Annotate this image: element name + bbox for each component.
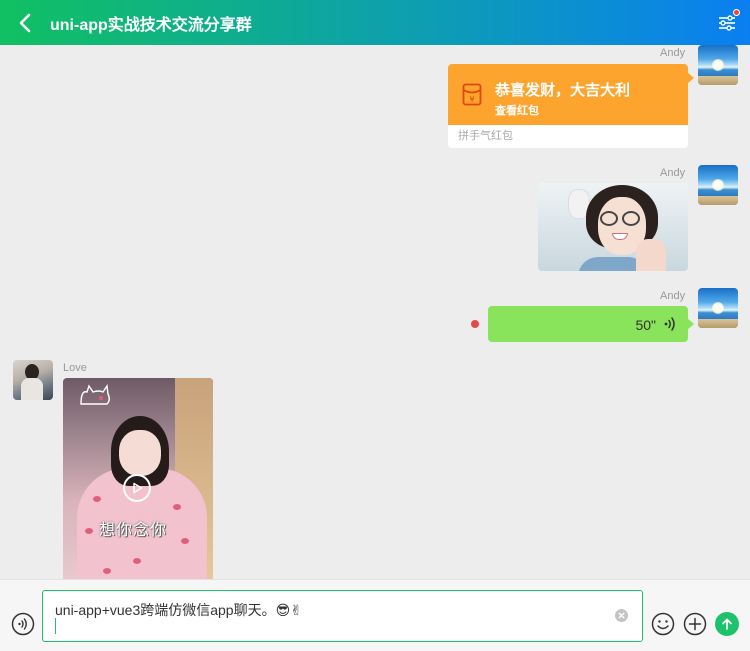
sender-name: Love xyxy=(63,362,87,374)
message-input-text: uni-app+vue3跨端仿微信app聊天。😎✌ xyxy=(55,602,302,618)
svg-text:¥: ¥ xyxy=(469,95,474,104)
plus-icon[interactable] xyxy=(683,612,707,636)
unread-indicator xyxy=(471,320,479,328)
red-packet-type: 拼手气红包 xyxy=(458,130,513,142)
emoji-icon[interactable] xyxy=(651,612,675,636)
message-list[interactable]: Andy ¥ 恭喜发财，大吉大利 查看红包 拼手气红包 Andy Andy 50… xyxy=(0,45,750,579)
red-packet-icon: ¥ xyxy=(462,83,482,106)
avatar[interactable] xyxy=(698,45,738,85)
message-input[interactable]: uni-app+vue3跨端仿微信app聊天。😎✌ xyxy=(42,590,643,642)
send-button[interactable] xyxy=(715,612,739,636)
video-caption: 想你念你 xyxy=(99,522,168,539)
composer: uni-app+vue3跨端仿微信app聊天。😎✌ xyxy=(0,579,750,651)
cat-doodle-icon xyxy=(80,384,110,405)
voice-input-icon[interactable] xyxy=(11,612,35,636)
red-packet-message[interactable]: ¥ 恭喜发财，大吉大利 查看红包 拼手气红包 xyxy=(448,64,688,148)
chevron-left-icon xyxy=(19,13,31,32)
text-caret xyxy=(55,618,56,634)
send-arrow-icon xyxy=(722,618,732,630)
play-button[interactable] xyxy=(123,474,151,502)
voice-duration: 50" xyxy=(635,317,656,333)
notification-badge xyxy=(733,9,740,16)
avatar[interactable] xyxy=(13,360,53,400)
clear-input-button[interactable] xyxy=(615,609,628,622)
close-icon xyxy=(618,612,625,619)
avatar[interactable] xyxy=(698,288,738,328)
bubble-tail xyxy=(687,72,694,84)
sender-name: Andy xyxy=(660,167,686,179)
sender-name: Andy xyxy=(660,47,686,59)
sound-wave-icon xyxy=(664,317,675,331)
play-icon xyxy=(133,482,143,494)
red-packet-title: 恭喜发财，大吉大利 xyxy=(495,82,631,99)
back-button[interactable] xyxy=(0,0,50,45)
chat-settings-button[interactable] xyxy=(716,9,740,34)
red-packet-action: 查看红包 xyxy=(495,105,539,117)
sender-name: Andy xyxy=(660,290,686,302)
voice-message[interactable]: 50" xyxy=(488,306,688,342)
chat-header: uni-app实战技术交流分享群 xyxy=(0,0,750,45)
page-title: uni-app实战技术交流分享群 xyxy=(50,16,252,34)
video-message[interactable]: 想你念你 xyxy=(63,378,213,579)
image-message[interactable] xyxy=(538,183,688,271)
bubble-tail xyxy=(687,318,694,330)
avatar[interactable] xyxy=(698,165,738,205)
